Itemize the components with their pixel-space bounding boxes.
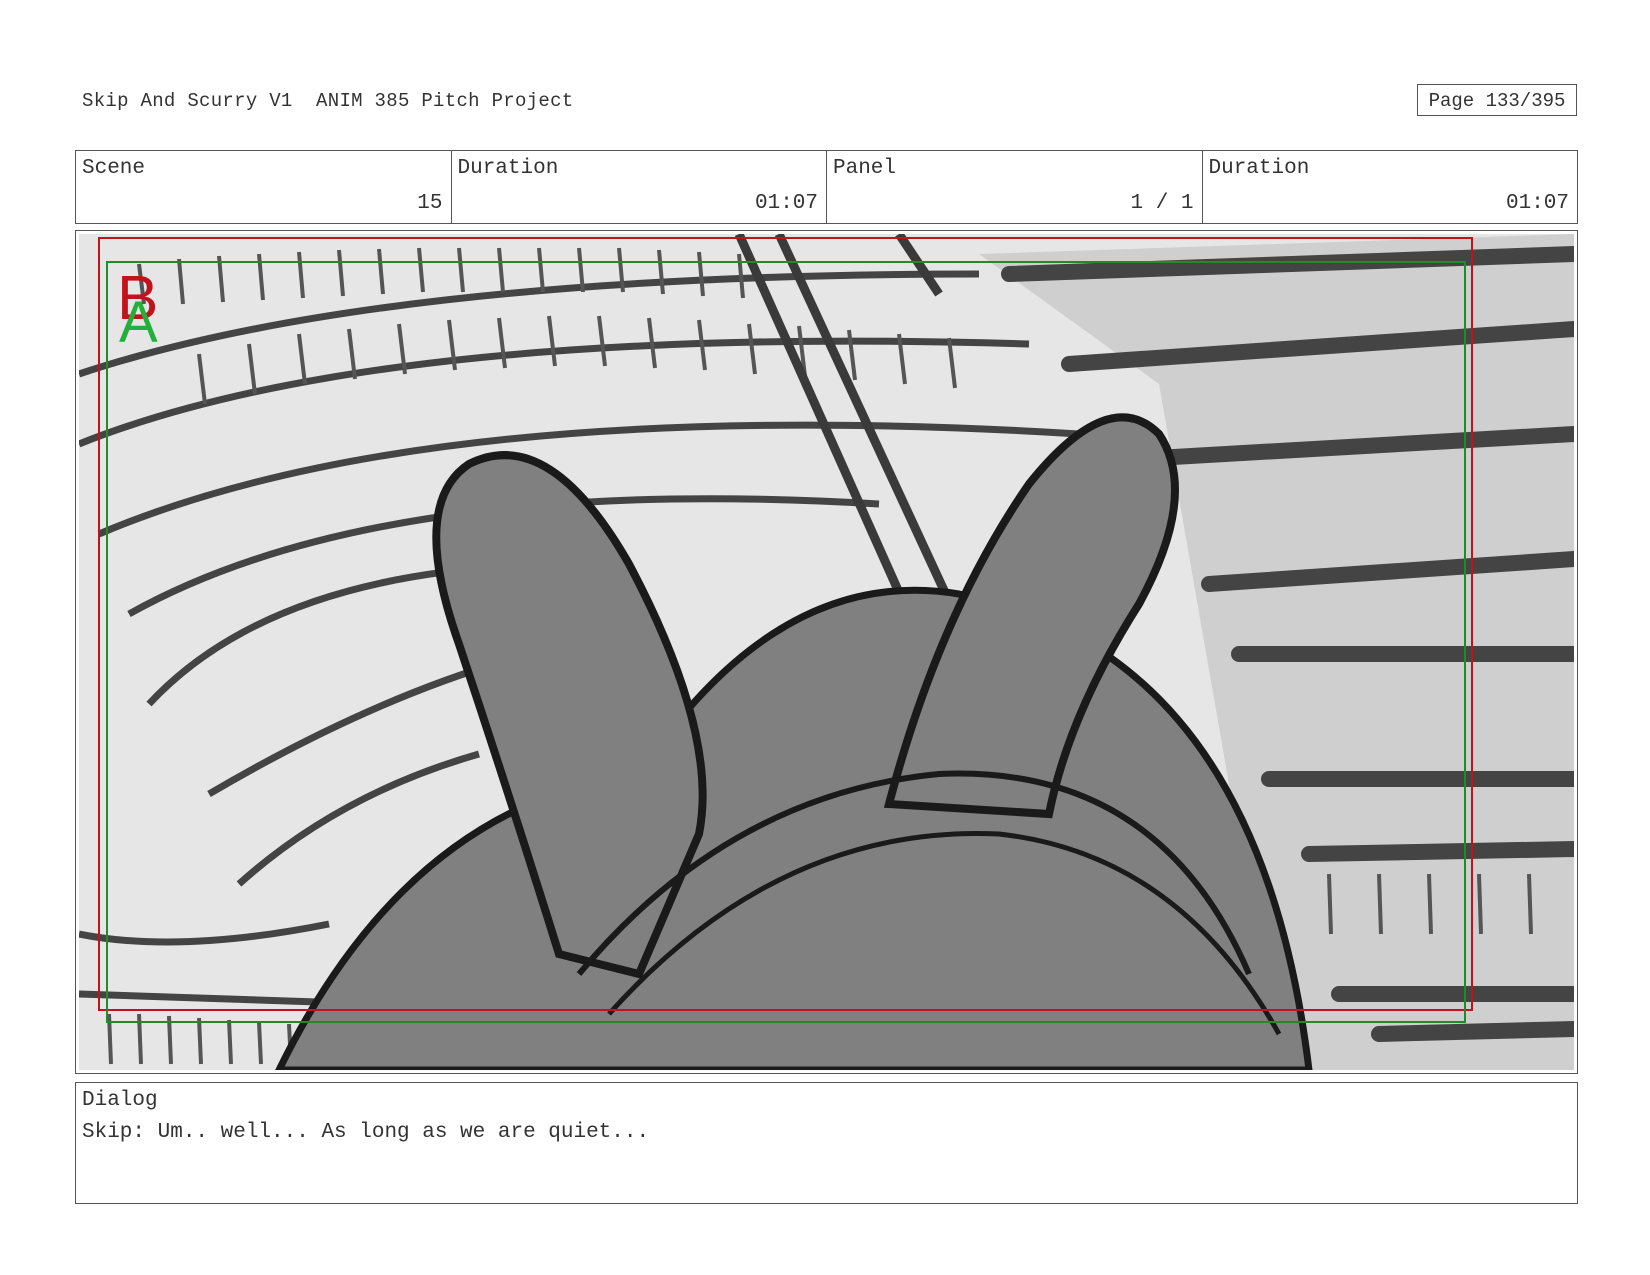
scene-cell: Scene 15	[76, 151, 452, 223]
panel-duration-label: Duration	[1208, 157, 1310, 180]
scene-value: 15	[417, 192, 443, 215]
scene-duration-value: 01:07	[754, 192, 818, 215]
storyboard-drawing: B A	[79, 234, 1574, 1070]
scene-duration-label: Duration	[457, 157, 559, 180]
dialog-box: Dialog Skip: Um.. well... As long as we …	[75, 1082, 1578, 1204]
panel-label: Panel	[833, 157, 897, 180]
panel-value: 1 / 1	[1130, 192, 1194, 215]
storyboard-panel: B A	[75, 230, 1578, 1074]
scene-info-table: Scene 15 Duration 01:07 Panel 1 / 1 Dura…	[75, 150, 1578, 224]
scene-label: Scene	[82, 157, 146, 180]
safe-frame-a-label: A	[119, 290, 158, 355]
dialog-label: Dialog	[82, 1089, 158, 1112]
page-number: Page 133/395	[1417, 84, 1577, 116]
panel-duration-cell: Duration 01:07	[1203, 151, 1578, 223]
panel-duration-value: 01:07	[1505, 192, 1569, 215]
dialog-text: Skip: Um.. well... As long as we are qui…	[82, 1121, 650, 1144]
scene-duration-cell: Duration 01:07	[452, 151, 827, 223]
panel-cell: Panel 1 / 1	[827, 151, 1203, 223]
document-title: Skip And Scurry V1 ANIM 385 Pitch Projec…	[82, 90, 574, 112]
